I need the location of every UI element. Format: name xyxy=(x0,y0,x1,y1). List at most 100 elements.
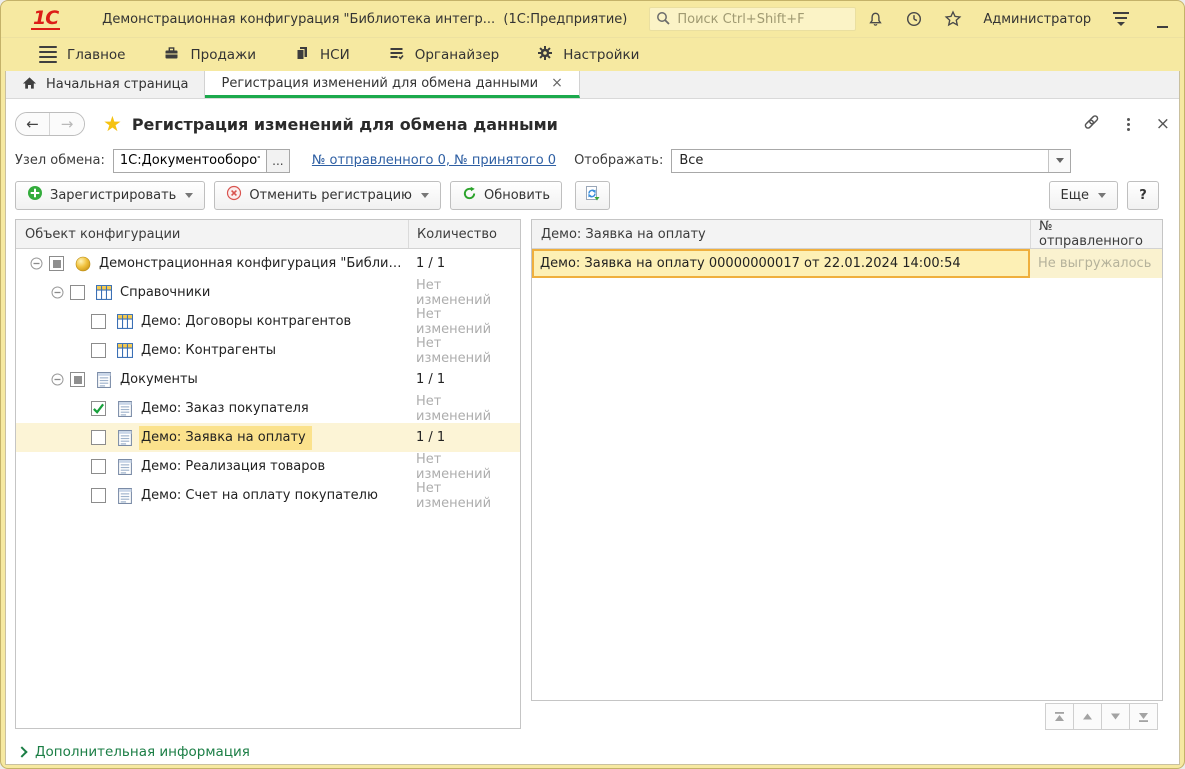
plus-icon xyxy=(27,185,43,205)
app-window: 1С Демонстрационная конфигурация "Библио… xyxy=(0,0,1185,769)
object-label: Демонстрационная конфигурация "Библиотек… xyxy=(97,252,408,276)
forward-button[interactable]: → xyxy=(50,113,84,135)
object-label: Справочники xyxy=(118,281,216,305)
help-button[interactable]: ? xyxy=(1127,181,1159,210)
form-close-icon[interactable]: × xyxy=(1156,114,1170,134)
column-object[interactable]: Объект конфигурации xyxy=(16,227,408,242)
registered-object-row[interactable]: Демо: Заявка на оплату 00000000017 от 22… xyxy=(532,249,1162,278)
tree-row[interactable]: СправочникиНет изменений xyxy=(16,278,520,307)
minimize-icon[interactable] xyxy=(1151,10,1173,28)
collapse-icon[interactable] xyxy=(47,373,67,386)
additional-info-group[interactable]: Дополнительная информация xyxy=(18,744,250,760)
favorites-star-icon[interactable] xyxy=(944,10,962,28)
document-icon xyxy=(116,400,133,417)
row-checkbox[interactable] xyxy=(91,401,106,416)
column-object-name[interactable]: Демо: Заявка на оплату xyxy=(532,227,1030,242)
briefcase-icon xyxy=(163,45,180,65)
search-input[interactable] xyxy=(675,11,849,28)
tree-row[interactable]: Демо: КонтрагентыНет изменений xyxy=(16,336,520,365)
display-filter-value: Все xyxy=(672,153,1048,168)
history-icon[interactable] xyxy=(905,10,923,28)
exchange-node-input[interactable] xyxy=(114,150,266,172)
row-checkbox[interactable] xyxy=(91,314,106,329)
object-cell[interactable]: Демо: Заявка на оплату 00000000017 от 22… xyxy=(532,249,1030,278)
scroll-first-icon[interactable] xyxy=(1045,703,1074,730)
more-button[interactable]: Еще xyxy=(1049,181,1118,210)
tree-row[interactable]: Демо: Реализация товаровНет изменений xyxy=(16,452,520,481)
menu-item-nastroiki[interactable]: Настройки xyxy=(525,41,651,69)
row-checkbox[interactable] xyxy=(49,256,64,271)
sent-number-cell: Не выгружалось xyxy=(1030,249,1162,278)
menu-item-glavnoe[interactable]: Главное xyxy=(27,42,137,67)
document-icon xyxy=(116,458,133,475)
row-checkbox[interactable] xyxy=(91,459,106,474)
more-menu-icon[interactable] xyxy=(1127,118,1130,131)
config-tree-body: Демонстрационная конфигурация "Библиотек… xyxy=(16,249,520,510)
tab-close-icon[interactable]: × xyxy=(551,75,563,91)
object-label: Документы xyxy=(118,368,204,392)
global-search[interactable] xyxy=(649,7,856,31)
display-filter-select[interactable]: Все xyxy=(671,149,1071,173)
column-sent-no[interactable]: № отправленного xyxy=(1030,220,1162,248)
row-checkbox[interactable] xyxy=(70,372,85,387)
register-button[interactable]: Зарегистрировать xyxy=(15,181,205,210)
change-count: Нет изменений xyxy=(408,394,520,424)
tree-row[interactable]: Документы1 / 1 xyxy=(16,365,520,394)
object-label: Демо: Контрагенты xyxy=(139,339,282,363)
sections-icon xyxy=(39,46,57,63)
choose-node-button[interactable]: ... xyxy=(266,150,289,172)
menu-item-prodazhi[interactable]: Продажи xyxy=(151,41,268,69)
tree-row[interactable]: Демонстрационная конфигурация "Библиотек… xyxy=(16,249,520,278)
tree-row[interactable]: Демо: Договоры контрагентов Нет изменений xyxy=(16,307,520,336)
scroll-buttons xyxy=(1046,703,1158,730)
form-content: ← → ★ Регистрация изменений для обмена д… xyxy=(6,99,1179,764)
refresh-icon xyxy=(462,186,477,205)
exchange-node-field[interactable]: ... xyxy=(113,149,290,173)
object-label: Демо: Реализация товаров xyxy=(139,455,331,479)
change-count: Нет изменений xyxy=(408,307,520,337)
menu-label: Органайзер xyxy=(415,47,500,63)
refresh-button[interactable]: Обновить xyxy=(450,181,562,210)
collapse-icon[interactable] xyxy=(47,286,67,299)
object-label: Демо: Договоры контрагентов xyxy=(139,310,357,334)
cancel-registration-button[interactable]: Отменить регистрацию xyxy=(214,181,441,210)
tree-row[interactable]: Демо: Заказ покупателя Нет изменений xyxy=(16,394,520,423)
menu-item-organizer[interactable]: Органайзер xyxy=(376,41,512,69)
dropdown-button[interactable] xyxy=(1048,150,1070,172)
scroll-last-icon[interactable] xyxy=(1129,703,1158,730)
row-checkbox[interactable] xyxy=(70,285,85,300)
collapse-icon[interactable] xyxy=(26,257,46,270)
current-user[interactable]: Администратор xyxy=(983,12,1091,27)
scroll-up-icon[interactable] xyxy=(1073,703,1102,730)
object-label: Демо: Заявка на оплату xyxy=(139,426,312,450)
title-bar: 1С Демонстрационная конфигурация "Библио… xyxy=(1,1,1184,37)
button-label: Еще xyxy=(1061,188,1089,203)
tab-label: Начальная страница xyxy=(46,77,188,92)
get-link-icon[interactable] xyxy=(1082,113,1101,135)
config-icon xyxy=(74,255,91,272)
row-checkbox[interactable] xyxy=(91,343,106,358)
row-checkbox[interactable] xyxy=(91,430,106,445)
menu-item-nsi[interactable]: НСИ xyxy=(282,41,362,69)
tree-row[interactable]: Демо: Заявка на оплату1 / 1 xyxy=(16,423,520,452)
object-label: Демо: Заказ покупателя xyxy=(139,397,315,421)
favorite-star-icon[interactable]: ★ xyxy=(103,112,122,136)
tab-home[interactable]: Начальная страница xyxy=(6,71,205,98)
registered-rows-body: Демо: Заявка на оплату 00000000017 от 22… xyxy=(532,249,1162,278)
back-button[interactable]: ← xyxy=(16,113,50,135)
message-counters-link[interactable]: № отправленного 0, № принятого 0 xyxy=(312,153,556,168)
service-menu-icon[interactable] xyxy=(1112,12,1130,26)
tree-row[interactable]: Демо: Счет на оплату покупателюНет измен… xyxy=(16,481,520,510)
tab-registration[interactable]: Регистрация изменений для обмена данными… xyxy=(205,71,579,98)
chevron-right-icon xyxy=(16,746,27,757)
command-bar: Зарегистрировать Отменить регистрацию Об… xyxy=(15,180,1159,210)
row-checkbox[interactable] xyxy=(91,488,106,503)
column-count[interactable]: Количество xyxy=(408,220,520,248)
config-objects-table: Объект конфигурации Количество Демонстра… xyxy=(15,219,521,729)
bell-icon[interactable] xyxy=(866,10,884,28)
scroll-down-icon[interactable] xyxy=(1101,703,1130,730)
display-label: Отображать: xyxy=(574,153,663,168)
left-table-header: Объект конфигурации Количество xyxy=(16,220,520,249)
export-changes-button[interactable] xyxy=(575,181,610,210)
document-icon xyxy=(116,429,133,446)
